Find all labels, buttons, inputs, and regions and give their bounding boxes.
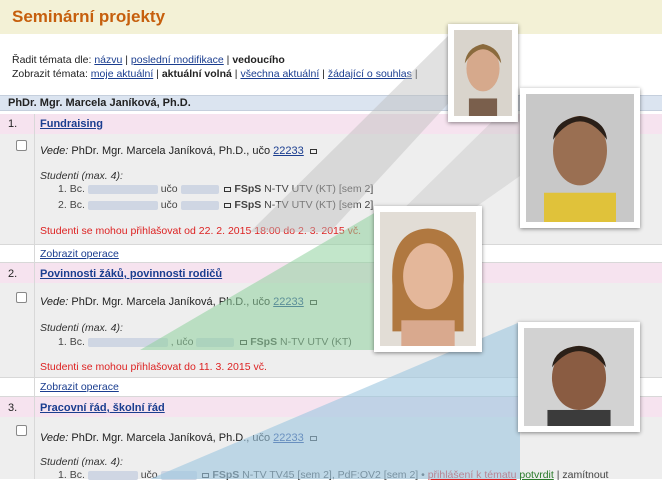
student-faculty: FSpS	[250, 336, 278, 348]
student-number: 1.	[58, 336, 67, 348]
student-faculty: FSpS	[234, 183, 262, 195]
reject-link[interactable]: | zamítnout	[557, 469, 609, 481]
filter-options: Zobrazit témata: moje aktuální | aktuáln…	[12, 68, 418, 80]
supervisor-name: PhDr. Mgr. Marcela Janíková, Ph.D., učo	[71, 296, 271, 308]
student-row: 1. Bc. , učo FSpS N-TV UTV (KT)	[58, 336, 352, 348]
sort-by-name-link[interactable]: názvu	[94, 54, 122, 66]
project-2-title-link[interactable]: Povinnosti žáků, povinnosti rodičů	[40, 268, 222, 280]
supervisor-label: Vede:	[40, 145, 69, 157]
filter-all-link[interactable]: všechna aktuální	[240, 68, 319, 80]
redacted-name	[87, 184, 158, 194]
student-title: Bc.	[69, 183, 85, 195]
project-3-title-link[interactable]: Pracovní řád, školní řád	[40, 402, 165, 414]
student-uco-label: učo	[160, 183, 178, 195]
student-uco-label: učo	[160, 199, 178, 211]
show-operations-link[interactable]: Zobrazit operace	[40, 248, 119, 260]
student-photo-1	[448, 24, 518, 122]
mail-icon[interactable]	[240, 339, 248, 345]
mail-icon[interactable]	[202, 472, 210, 478]
sort-by-supervisor-current: vedoucího	[232, 54, 285, 66]
separator: |	[226, 54, 230, 66]
supervisor-uco-link[interactable]: 22233	[273, 432, 304, 444]
filter-free-current: aktuální volná	[161, 68, 232, 80]
enrollment-note: Studenti se mohou přihlašovat od 22. 2. …	[40, 225, 362, 237]
student-photo-4	[518, 322, 640, 432]
separator: |	[322, 68, 325, 80]
divider	[0, 244, 662, 245]
sort-by-modified-link[interactable]: poslední modifikace	[131, 54, 224, 66]
project-1-supervisor: Vede: PhDr. Mgr. Marcela Janíková, Ph.D.…	[40, 145, 317, 157]
redacted-name	[87, 200, 158, 210]
students-label: Studenti (max. 4):	[40, 170, 123, 182]
separator: |	[414, 68, 418, 80]
students-label: Studenti (max. 4):	[40, 456, 123, 468]
enrollment-note: Studenti se mohou přihlašovat do 11. 3. …	[40, 361, 267, 373]
student-faculty: FSpS	[212, 469, 240, 481]
student-uco-label: , učo	[170, 336, 194, 348]
filter-requests-link[interactable]: žádající o souhlas	[328, 68, 412, 80]
project-2-number: 2.	[8, 268, 18, 280]
student-uco-label: učo	[140, 469, 158, 481]
student-number: 1.	[58, 469, 67, 481]
supervisor-uco-link[interactable]: 22233	[273, 296, 304, 308]
mail-icon[interactable]	[309, 148, 317, 154]
mail-icon[interactable]	[224, 186, 232, 192]
student-row: 2. Bc. učo FSpS N-TV UTV (KT) [sem 2]	[58, 199, 373, 211]
separator: |	[156, 68, 159, 80]
redacted-uco	[180, 200, 219, 210]
mail-icon[interactable]	[309, 299, 317, 305]
project-3-supervisor: Vede: PhDr. Mgr. Marcela Janíková, Ph.D.…	[40, 432, 317, 444]
project-2-checkbox[interactable]	[16, 292, 27, 303]
supervisor-label: Vede:	[40, 432, 69, 444]
project-2-supervisor: Vede: PhDr. Mgr. Marcela Janíková, Ph.D.…	[40, 296, 317, 308]
students-label: Studenti (max. 4):	[40, 322, 123, 334]
mail-icon[interactable]	[224, 202, 232, 208]
redacted-name	[87, 337, 168, 347]
page-title: Seminární projekty	[12, 7, 166, 26]
student-program: N-TV UTV (KT) [sem 2]	[264, 199, 374, 211]
show-operations-link[interactable]: Zobrazit operace	[40, 381, 119, 393]
column-divider	[34, 114, 35, 479]
confirm-link[interactable]: potvrdit	[519, 469, 553, 481]
student-photo	[524, 328, 634, 426]
student-row: 1. Bc. učo FSpS N-TV TV45 [sem 2], PdF:O…	[58, 469, 608, 481]
project-1-number: 1.	[8, 118, 18, 130]
student-title: Bc.	[69, 469, 85, 481]
redacted-uco	[160, 470, 197, 480]
mail-icon[interactable]	[309, 435, 317, 441]
student-faculty: FSpS	[234, 199, 262, 211]
redacted-name	[87, 470, 138, 480]
student-photo-3	[374, 206, 482, 352]
student-row: 1. Bc. učo FSpS N-TV UTV (KT) [sem 2]	[58, 183, 373, 195]
project-1-checkbox[interactable]	[16, 140, 27, 151]
supervisor-name: PhDr. Mgr. Marcela Janíková, Ph.D., učo	[71, 145, 271, 157]
student-title: Bc.	[69, 199, 85, 211]
project-3-checkbox[interactable]	[16, 425, 27, 436]
student-number: 1.	[58, 183, 67, 195]
filter-label: Zobrazit témata:	[12, 68, 88, 80]
student-photo	[526, 94, 634, 222]
supervisor-uco-link[interactable]: 22233	[273, 145, 304, 157]
student-program: N-TV UTV (KT) [sem 2]	[264, 183, 374, 195]
student-number: 2.	[58, 199, 67, 211]
student-program: N-TV UTV (KT)	[280, 336, 352, 348]
supervisor-name: PhDr. Mgr. Marcela Janíková, Ph.D., učo	[71, 432, 271, 444]
sort-options: Řadit témata dle: názvu | poslední modif…	[12, 54, 285, 66]
supervisor-label: Vede:	[40, 296, 69, 308]
student-title: Bc.	[69, 336, 85, 348]
project-1-title-link[interactable]: Fundraising	[40, 118, 103, 130]
separator: |	[125, 54, 128, 66]
student-photo	[454, 30, 512, 116]
redacted-uco	[196, 337, 235, 347]
student-photo-2	[520, 88, 640, 228]
student-program: N-TV TV45 [sem 2], PdF:OV2 [sem 2] •	[242, 469, 425, 481]
separator: |	[234, 68, 238, 80]
enrollment-request-link[interactable]: přihlášení k tématu	[428, 469, 517, 481]
redacted-uco	[180, 184, 219, 194]
sort-label: Řadit témata dle:	[12, 54, 92, 66]
project-3-number: 3.	[8, 402, 18, 414]
student-photo	[380, 212, 476, 346]
filter-mine-link[interactable]: moje aktuální	[91, 68, 153, 80]
